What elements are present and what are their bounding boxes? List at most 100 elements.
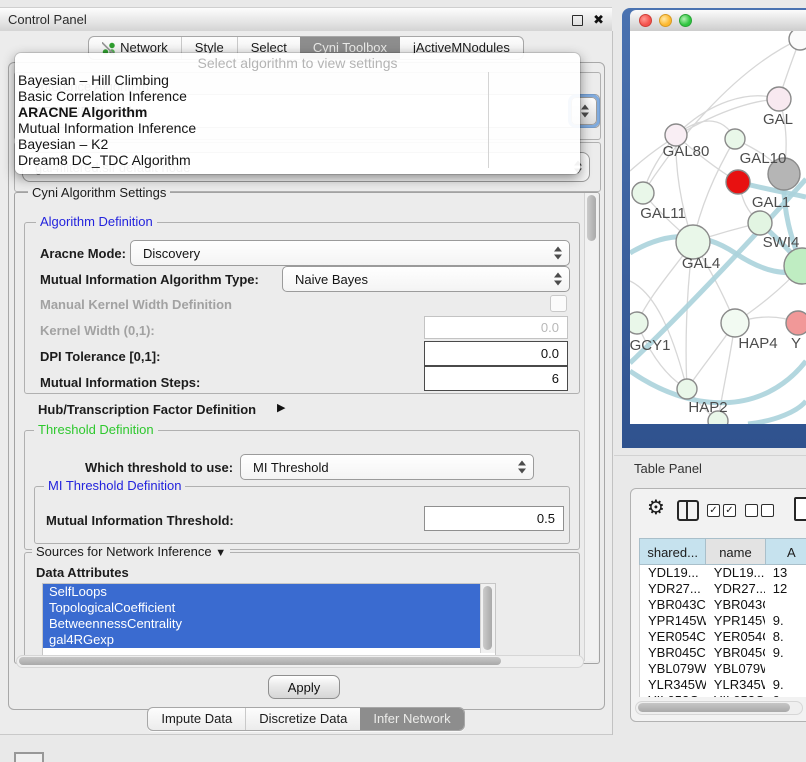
network-node-label: GAL1 [752,194,790,211]
table-row[interactable]: YBL079WYBL079W [640,661,806,677]
algorithm-select-popup: Select algorithm to view settings Bayesi… [15,53,580,174]
table-row[interactable]: YPR145WYPR145W9. [640,613,806,629]
network-node-label: GAL10 [740,150,787,167]
network-node[interactable] [726,170,750,194]
table-cell: 8. [765,629,806,645]
gear-icon[interactable]: ⚙ [647,498,665,518]
network-node-label: SWI4 [763,234,800,251]
table-row[interactable]: YDL19...YDL19...13 [640,565,806,581]
table-row[interactable]: YDR27...YDR27...12 [640,581,806,597]
table-cell: YBR045C [706,645,765,661]
hub-expand-icon[interactable]: ▶ [277,401,285,414]
network-node[interactable] [767,87,791,111]
settings-horizontal-scrollbar[interactable] [16,655,584,668]
table-cell: YBR043C [640,597,706,613]
network-node-label: GAL [763,111,793,128]
table-cell: 13 [765,565,806,581]
table-header-cell[interactable]: A [765,538,806,565]
network-node[interactable] [721,309,749,337]
table-cell: YPR145W [640,613,706,629]
table-cell: YER054C [706,629,765,645]
network-window-titlebar[interactable] [630,10,806,32]
algorithm-option[interactable]: Bayesian – Hill Climbing [16,72,488,88]
aracne-mode-combo[interactable]: Discovery [130,240,570,266]
network-node[interactable] [789,31,806,50]
network-node[interactable] [784,248,806,284]
attribute-list-item[interactable]: SelfLoops [43,584,495,600]
table-cell: YDL19... [640,565,706,581]
mi-threshold-group-title: MI Threshold Definition [44,479,185,493]
mi-threshold-input[interactable] [424,506,564,531]
table-cell: YBL079W [706,661,765,677]
algorithm-option[interactable]: ARACNE Algorithm [16,104,488,120]
algorithm-option[interactable]: Bayesian – K2 [16,136,488,152]
algorithm-list: Bayesian – Hill ClimbingBasic Correlatio… [16,72,489,168]
mi-type-value: Naive Bayes [295,267,368,291]
table-cell: YIL052C [706,693,765,697]
table-row[interactable]: YBR045CYBR045C9. [640,645,806,661]
apply-button[interactable]: Apply [268,675,340,699]
deselect-checkbox-icon[interactable] [761,504,774,517]
network-node[interactable] [677,379,697,399]
mi-steps-input[interactable] [424,366,568,391]
tab-infer-network[interactable]: Infer Network [360,708,463,730]
table-cell [765,597,806,613]
attributes-list-scrollbar[interactable] [480,584,495,653]
network-node-label: GAL11 [640,205,686,222]
columns-icon[interactable] [677,500,699,521]
close-panel-icon[interactable]: ✖ [593,8,604,32]
new-table-icon[interactable] [794,497,806,521]
docked-panel-icon[interactable] [14,752,44,762]
network-node[interactable] [630,312,648,334]
dpi-tolerance-label: DPI Tolerance [0,1]: [40,349,160,364]
network-edge [748,401,806,424]
table-row[interactable]: YBR043CYBR043C [640,597,806,613]
network-node-label: GCY1 [630,337,670,354]
algorithm-definition-title: Algorithm Definition [36,215,157,229]
network-node-label: HAP2 [688,399,727,416]
network-node-label: Y [791,335,801,352]
network-node[interactable] [676,225,710,259]
table-cell: YLR345W [640,677,706,693]
table-header-cell[interactable]: name [705,538,764,565]
which-threshold-combo[interactable]: MI Threshold [240,454,534,480]
tab-discretize-data[interactable]: Discretize Data [245,708,360,730]
algorithm-option[interactable]: Dream8 DC_TDC Algorithm [16,152,488,168]
mi-type-combo[interactable]: Naive Bayes [282,266,570,292]
table-header-cell[interactable]: shared... [639,538,705,565]
deselect-checkbox-icon[interactable] [745,504,758,517]
network-node[interactable] [632,182,654,204]
algorithm-option[interactable]: Basic Correlation Inference [16,88,488,104]
hub-definition-label[interactable]: Hub/Transcription Factor Definition [38,402,256,417]
table-panel-separator [614,455,806,456]
table-row[interactable]: YER054CYER054C8. [640,629,806,645]
select-all-checkbox-icon[interactable]: ✓ [723,504,736,517]
close-window-button[interactable] [639,14,652,27]
data-attributes-label: Data Attributes [36,565,129,580]
attribute-list-item[interactable]: BetweennessCentrality [43,616,495,632]
network-canvas[interactable]: GALGAL80GAL10GAL11GAL1GAL4SWI4GCY1HAP4YH… [630,31,806,424]
minimize-window-button[interactable] [659,14,672,27]
float-window-icon[interactable] [572,15,583,26]
sources-group-title[interactable]: Sources for Network Inference ▼ [32,545,230,560]
tab-impute-data[interactable]: Impute Data [148,708,245,730]
zoom-window-button[interactable] [679,14,692,27]
dpi-tolerance-input[interactable] [424,341,568,366]
table-horizontal-scrollbar[interactable] [635,701,803,715]
network-node[interactable] [725,129,745,149]
settings-vertical-scrollbar[interactable] [584,193,598,661]
manual-kernel-checkbox[interactable] [550,295,567,312]
algorithm-option[interactable]: Mutual Information Inference [16,120,488,136]
attribute-list-item[interactable]: gal4RGexp [43,632,495,648]
select-all-checkbox-icon[interactable]: ✓ [707,504,720,517]
network-node[interactable] [748,211,772,235]
table-row[interactable]: YIL052CYIL052C9 [640,693,806,697]
control-panel-titlebar: Control Panel ✖ [0,7,612,33]
network-node[interactable] [786,311,806,335]
table-cell: YER054C [640,629,706,645]
table-cell: YDR27... [706,581,765,597]
attribute-list-item[interactable]: TopologicalCoefficient [43,600,495,616]
aracne-mode-value: Discovery [143,241,200,265]
kernel-width-input[interactable] [424,316,568,339]
table-row[interactable]: YLR345WYLR345W9. [640,677,806,693]
